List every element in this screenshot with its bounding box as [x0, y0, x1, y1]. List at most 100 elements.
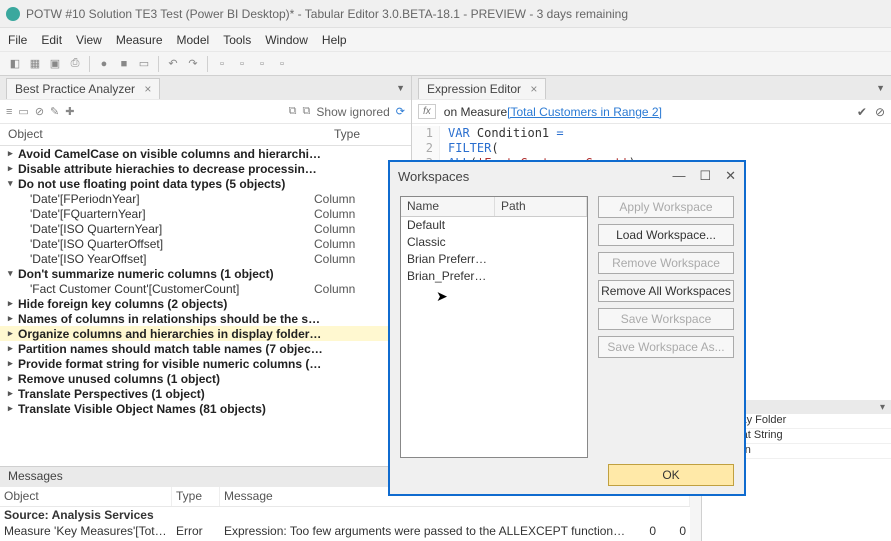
bp-item-row[interactable]: 'Date'[ISO QuarterOffset]Column	[0, 236, 411, 251]
workspace-row[interactable]: Brian_Preferred	[401, 268, 587, 285]
bp-item-row[interactable]: 'Date'[FQuarternYear]Column	[0, 206, 411, 221]
caret-icon[interactable]: ▸	[8, 298, 18, 309]
caret-icon[interactable]: ▸	[8, 373, 18, 384]
show-ignored-toggle[interactable]: Show ignored	[316, 105, 389, 119]
measure-link[interactable]: [Total Customers in Range 2]	[507, 105, 662, 119]
message-source[interactable]: Source: Analysis Services	[0, 507, 690, 523]
save-workspace-button[interactable]: Save Workspace	[598, 308, 734, 330]
menu-edit[interactable]: Edit	[41, 33, 62, 47]
chevron-down-icon[interactable]: ▼	[876, 83, 885, 93]
toolbar-button[interactable]: ↷	[184, 55, 202, 73]
menu-file[interactable]: File	[8, 33, 27, 47]
caret-icon[interactable]: ▾	[8, 178, 18, 189]
ok-button[interactable]: OK	[608, 464, 734, 486]
toolbar-button[interactable]: ▫	[213, 55, 231, 73]
col-type[interactable]: Type	[172, 487, 220, 506]
close-icon[interactable]: ×	[530, 82, 537, 96]
remove-all-workspaces-button[interactable]: Remove All Workspaces	[598, 280, 734, 302]
toolbar-icon[interactable]: ⧉	[289, 105, 297, 118]
toolbar-button[interactable]: ▫	[253, 55, 271, 73]
toolbar-icon[interactable]: ⧉	[303, 105, 311, 118]
menu-window[interactable]: Window	[265, 33, 308, 47]
caret-icon[interactable]: ▸	[8, 148, 18, 159]
toolbar-icon[interactable]: ✚	[65, 105, 74, 118]
bp-rule-row[interactable]: ▸Organize columns and hierarchies in dis…	[0, 326, 411, 341]
bp-item-row[interactable]: 'Date'[ISO YearOffset]Column	[0, 251, 411, 266]
tab-expression-editor[interactable]: Expression Editor ×	[418, 78, 546, 99]
bp-item-row[interactable]: 'Date'[FPeriodnYear]Column	[0, 191, 411, 206]
refresh-icon[interactable]: ⟳	[396, 105, 405, 118]
caret-icon[interactable]: ▾	[8, 268, 18, 279]
dialog-titlebar[interactable]: Workspaces — ☐ ✕	[390, 162, 744, 190]
separator	[207, 56, 208, 72]
menu-model[interactable]: Model	[177, 33, 210, 47]
caret-icon[interactable]: ▸	[8, 163, 18, 174]
col-path[interactable]: Path	[495, 197, 587, 216]
menu-help[interactable]: Help	[322, 33, 347, 47]
tab-best-practice[interactable]: Best Practice Analyzer ×	[6, 78, 160, 99]
toolbar-button[interactable]: ▫	[233, 55, 251, 73]
bp-item-row[interactable]: 'Fact Customer Count'[CustomerCount]Colu…	[0, 281, 411, 296]
bp-rule-row[interactable]: ▾Do not use floating point data types (5…	[0, 176, 411, 191]
caret-icon[interactable]: ▸	[8, 343, 18, 354]
toolbar-button[interactable]: ■	[115, 55, 133, 73]
bp-item-row[interactable]: 'Date'[ISO QuarternYear]Column	[0, 221, 411, 236]
caret-icon[interactable]: ▸	[8, 313, 18, 324]
caret-icon[interactable]: ▸	[8, 328, 18, 339]
bp-rule-row[interactable]: ▾Don't summarize numeric columns (1 obje…	[0, 266, 411, 281]
col-object[interactable]: Object	[8, 124, 334, 145]
toolbar-icon[interactable]: ✎	[50, 105, 59, 118]
code-line[interactable]: VAR Condition1 =	[448, 126, 564, 141]
close-icon[interactable]: ✕	[725, 168, 736, 184]
bp-tree[interactable]: ▸Avoid CamelCase on visible columns and …	[0, 146, 411, 466]
close-icon[interactable]: ×	[144, 82, 151, 96]
bp-rule-row[interactable]: ▸Partition names should match table name…	[0, 341, 411, 356]
bp-rule-row[interactable]: ▸Disable attribute hierachies to decreas…	[0, 161, 411, 176]
caret-icon[interactable]: ▸	[8, 388, 18, 399]
workspace-row[interactable]: Default	[401, 217, 587, 234]
workspace-row[interactable]: Brian Preferred Sear...	[401, 251, 587, 268]
maximize-icon[interactable]: ☐	[699, 168, 711, 184]
toolbar-icon[interactable]: ▭	[18, 105, 28, 118]
save-workspace-as-button[interactable]: Save Workspace As...	[598, 336, 734, 358]
toolbar-button[interactable]: ●	[95, 55, 113, 73]
bp-rule-row[interactable]: ▸Provide format string for visible numer…	[0, 356, 411, 371]
toolbar-button[interactable]: ◧	[6, 55, 24, 73]
accept-icon[interactable]: ✔	[857, 105, 867, 119]
caret-icon[interactable]: ▸	[8, 403, 18, 414]
cancel-icon[interactable]: ⊘	[875, 105, 885, 119]
bp-rule-row[interactable]: ▸Hide foreign key columns (2 objects)	[0, 296, 411, 311]
apply-workspace-button[interactable]: Apply Workspace	[598, 196, 734, 218]
gutter: 2	[412, 141, 440, 156]
menu-view[interactable]: View	[76, 33, 102, 47]
toolbar-button[interactable]: ▦	[26, 55, 44, 73]
bp-rule-row[interactable]: ▸Translate Visible Object Names (81 obje…	[0, 401, 411, 416]
toolbar-button[interactable]: ↶	[164, 55, 182, 73]
toolbar-button[interactable]: ▣	[46, 55, 64, 73]
row-text: Do not use floating point data types (5 …	[18, 177, 324, 191]
col-object[interactable]: Object	[0, 487, 172, 506]
message-row[interactable]: Measure 'Key Measures'[Total Custo... Er…	[0, 523, 690, 539]
toolbar-icon[interactable]: ≡	[6, 106, 12, 118]
minimize-icon[interactable]: —	[672, 168, 685, 184]
bp-rule-row[interactable]: ▸Avoid CamelCase on visible columns and …	[0, 146, 411, 161]
load-workspace-button[interactable]: Load Workspace...	[598, 224, 734, 246]
workspaces-grid[interactable]: Name Path Default Classic Brian Preferre…	[400, 196, 588, 458]
toolbar-button[interactable]: ⎙	[66, 55, 84, 73]
bp-rule-row[interactable]: ▸Names of columns in relationships shoul…	[0, 311, 411, 326]
workspace-row[interactable]: Classic	[401, 234, 587, 251]
code-line[interactable]: FILTER(	[448, 141, 499, 156]
toolbar-button[interactable]: ▫	[273, 55, 291, 73]
chevron-down-icon[interactable]: ▼	[396, 83, 405, 93]
toolbar-icon[interactable]: ⊘	[35, 105, 44, 118]
bp-rule-row[interactable]: ▸Remove unused columns (1 object)	[0, 371, 411, 386]
bp-rule-row[interactable]: ▸Translate Perspectives (1 object)	[0, 386, 411, 401]
caret-icon[interactable]: ▸	[8, 358, 18, 369]
toolbar-button[interactable]: ▭	[135, 55, 153, 73]
fx-icon: fx	[418, 104, 436, 119]
menu-tools[interactable]: Tools	[223, 33, 251, 47]
col-name[interactable]: Name	[401, 197, 495, 216]
menu-measure[interactable]: Measure	[116, 33, 163, 47]
remove-workspace-button[interactable]: Remove Workspace	[598, 252, 734, 274]
col-type[interactable]: Type	[334, 124, 360, 145]
